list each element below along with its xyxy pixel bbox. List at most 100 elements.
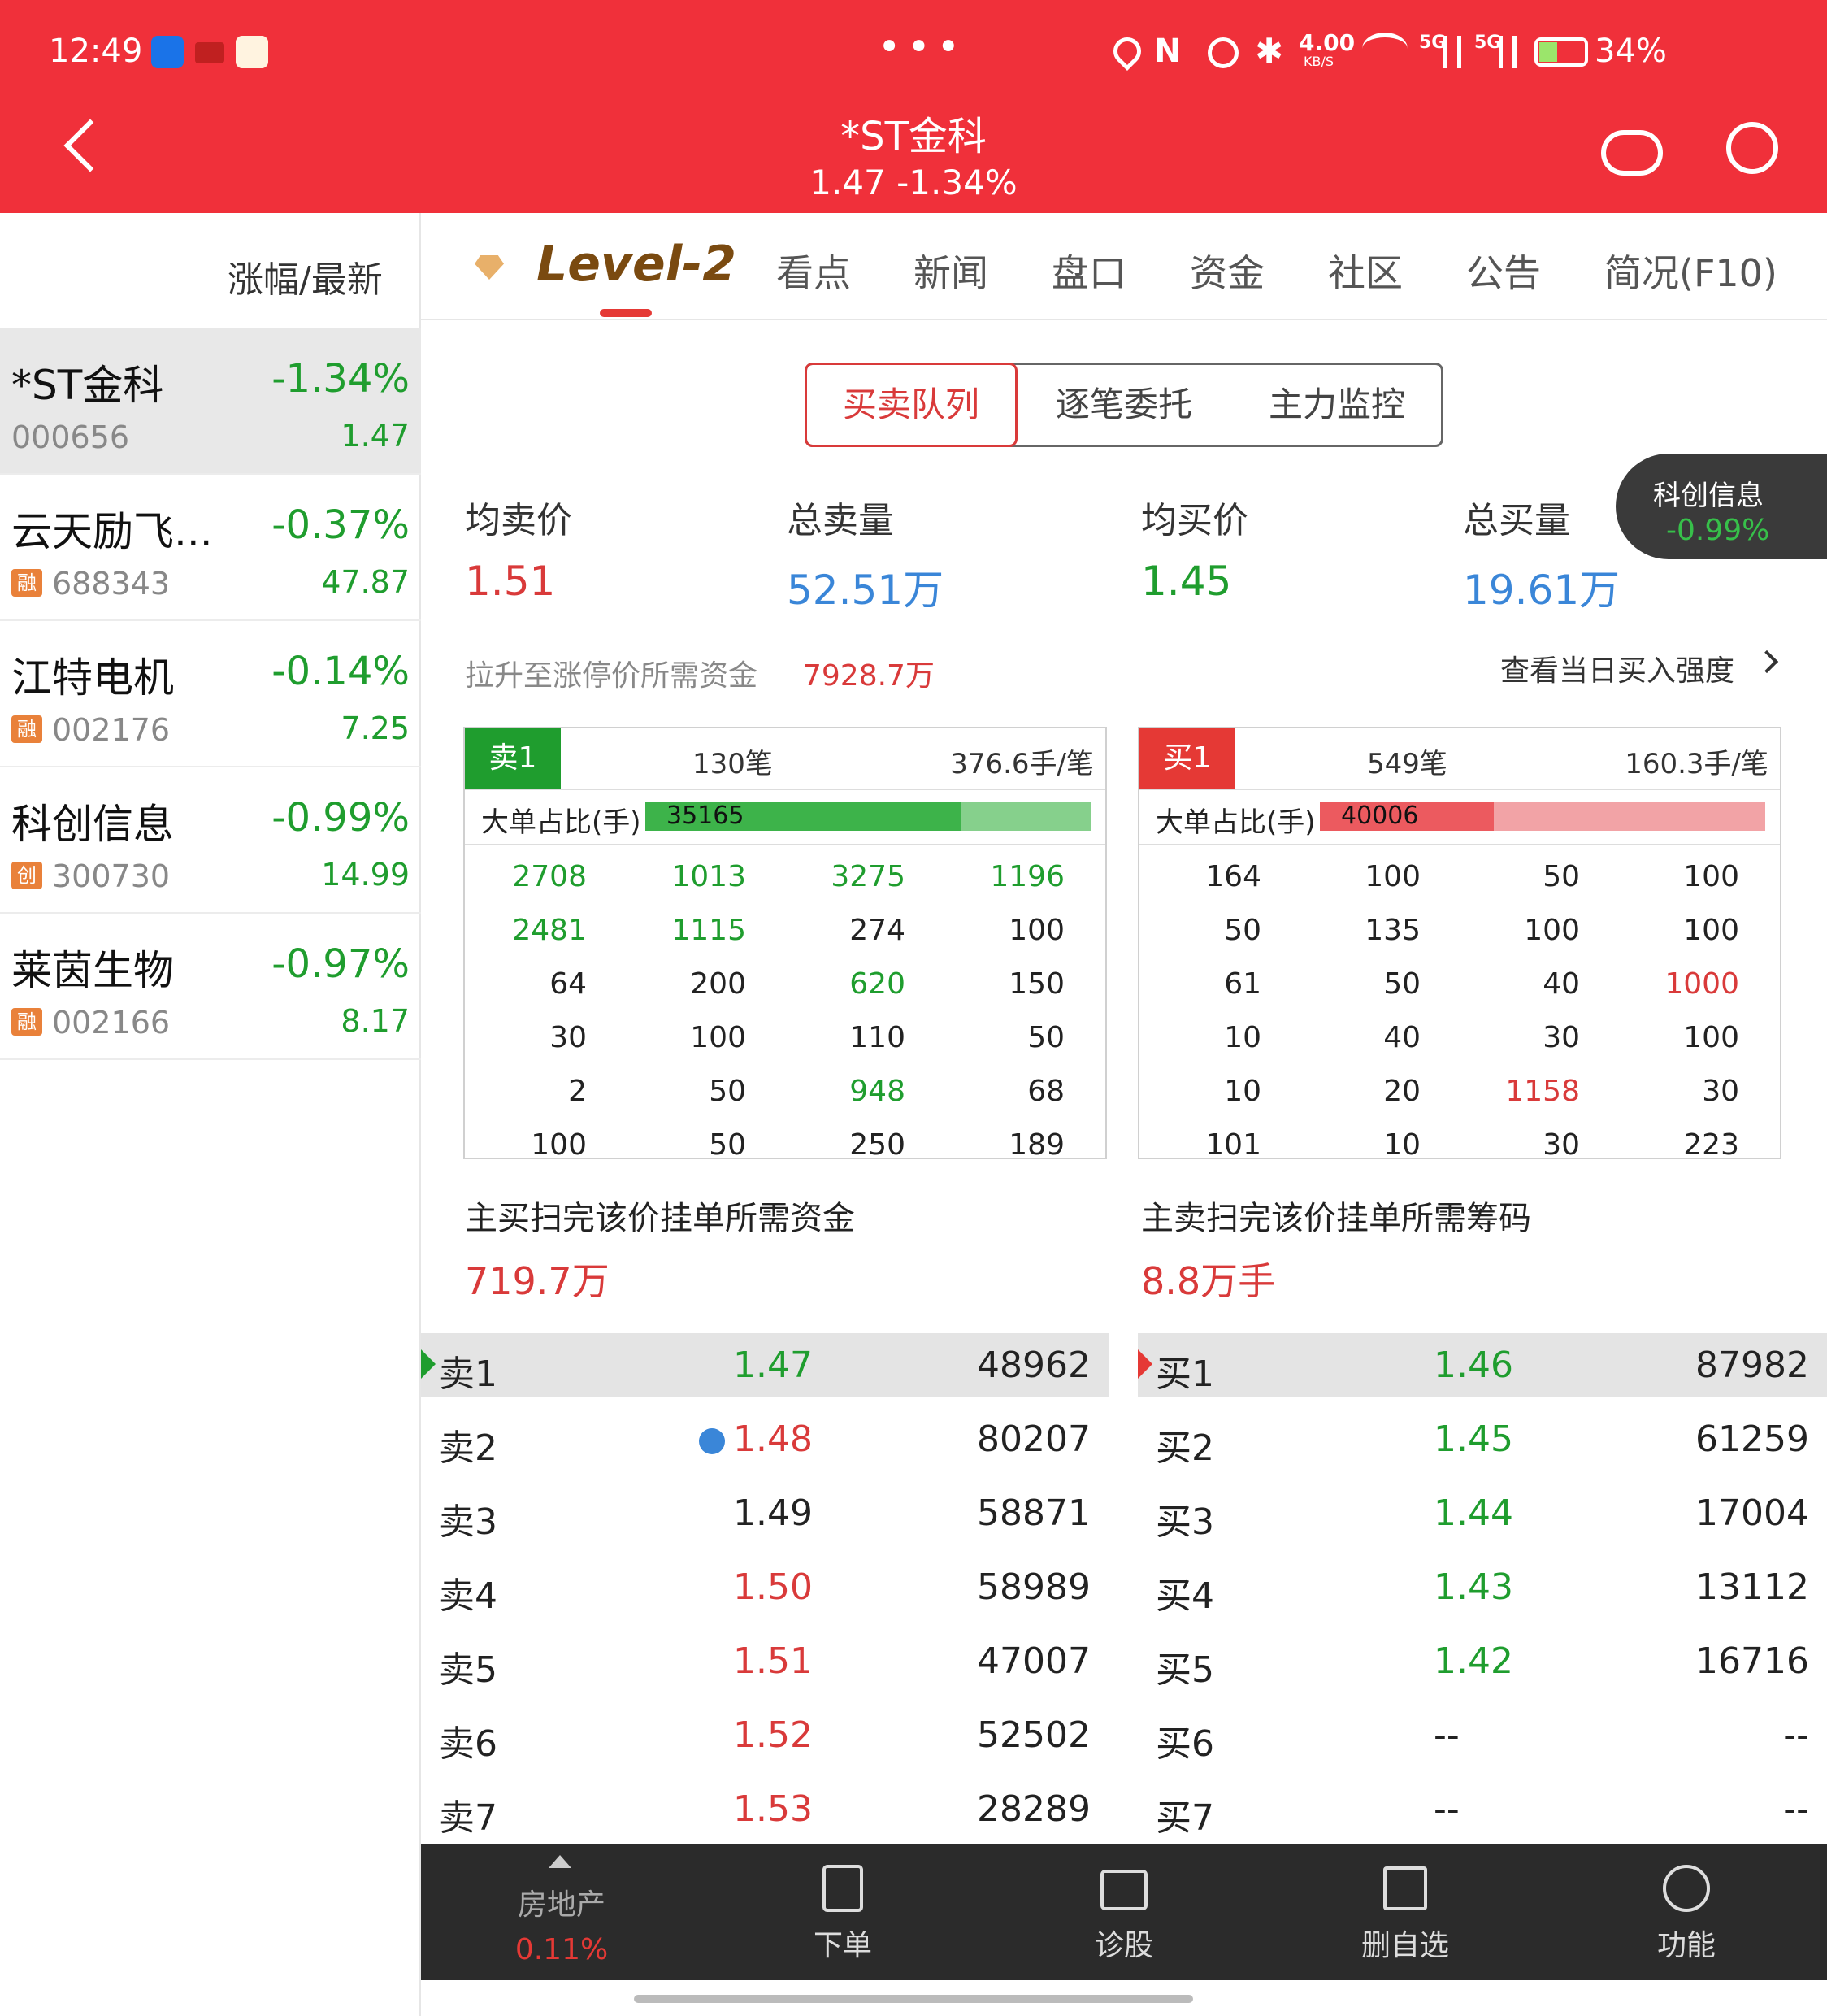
ask-level-label: 卖1 xyxy=(439,1353,497,1395)
ask-level-row[interactable]: 卖7 1.53 28289 xyxy=(421,1777,1109,1840)
stock-code: 688343 xyxy=(52,566,171,602)
sort-toggle[interactable]: 涨幅/最新 xyxy=(228,250,383,302)
tab-news[interactable]: 新闻 xyxy=(914,244,988,298)
remove-watch-label: 删自选 xyxy=(1360,1929,1449,1962)
segment-queue[interactable]: 买卖队列 xyxy=(805,363,1018,447)
more-dots-icon[interactable]: ••• xyxy=(878,24,966,70)
tab-indicator xyxy=(600,309,652,317)
bid-volume: 17004 xyxy=(1695,1492,1809,1534)
ask-level-row[interactable]: 卖4 1.50 58989 xyxy=(421,1555,1109,1618)
ask-level-row[interactable]: 卖6 1.52 52502 xyxy=(421,1703,1109,1766)
ask-price: 1.51 xyxy=(733,1640,813,1682)
ask-level-label: 卖5 xyxy=(439,1649,497,1691)
tip-name: 科创信息 xyxy=(1653,480,1764,512)
stock-name: 云天励飞... xyxy=(11,508,213,555)
my-order-dot-icon xyxy=(699,1428,725,1454)
search-icon[interactable] xyxy=(1726,122,1778,174)
queue-order-size: 30 xyxy=(1543,1021,1580,1054)
ask-volume: 47007 xyxy=(977,1640,1091,1682)
stock-change-pct: -0.14% xyxy=(271,649,410,694)
minus-square-icon xyxy=(1383,1866,1427,1910)
tab-community[interactable]: 社区 xyxy=(1328,244,1403,298)
ask-volume: 80207 xyxy=(977,1419,1091,1460)
big-order-value: 40006 xyxy=(1341,802,1419,830)
stock-code: 002176 xyxy=(52,712,171,748)
stock-change-pct: -0.99% xyxy=(271,795,410,841)
queue-order-size: 68 xyxy=(1027,1075,1065,1108)
watchlist-item[interactable]: 莱茵生物 -0.97% 8.17 融 002166 xyxy=(0,914,421,1060)
divider xyxy=(465,844,1105,845)
functions-button[interactable]: 功能 xyxy=(1546,1844,1827,1980)
bid-price: -- xyxy=(1434,1788,1460,1830)
segment-main-force[interactable]: 主力监控 xyxy=(1230,363,1443,447)
queue-order-size: 100 xyxy=(1524,914,1580,947)
menu-circle-icon xyxy=(1663,1865,1710,1912)
bid-level-row[interactable]: 买7 -- -- xyxy=(1138,1777,1827,1840)
tab-funds[interactable]: 资金 xyxy=(1190,244,1265,298)
tab-level2[interactable]: Level-2 xyxy=(536,236,736,293)
tab-f10[interactable]: 简况(F10) xyxy=(1604,244,1777,298)
bid-level-row[interactable]: 买5 1.42 16716 xyxy=(1138,1629,1827,1692)
bid-level-row[interactable]: 买3 1.44 17004 xyxy=(1138,1481,1827,1545)
diagnose-button[interactable]: 诊股 xyxy=(983,1844,1265,1980)
remove-watch-button[interactable]: 删自选 xyxy=(1265,1844,1546,1980)
segment-orders[interactable]: 逐笔委托 xyxy=(1018,363,1230,447)
floating-stock-tip[interactable]: 科创信息 -0.99% xyxy=(1616,454,1827,559)
signal-5g-1-label: 5G xyxy=(1419,33,1447,53)
watchlist-item[interactable]: 科创信息 -0.99% 14.99 创 300730 xyxy=(0,767,421,914)
ask-level-row[interactable]: 卖1 1.47 48962 xyxy=(421,1333,1109,1397)
bid-volume: 87982 xyxy=(1695,1345,1809,1386)
total-sell-value: 52.51万 xyxy=(787,567,944,614)
queue-order-count: 549笔 xyxy=(1367,748,1447,780)
stock-price: 7.25 xyxy=(341,710,410,746)
queue-avg-size: 376.6手/笔 xyxy=(950,748,1094,780)
queue-order-size: 20 xyxy=(1383,1075,1421,1108)
stock-title: *ST金科 xyxy=(840,114,987,159)
watchlist-item[interactable]: *ST金科 -1.34% 1.47 000656 xyxy=(0,328,421,475)
queue-order-size: 223 xyxy=(1683,1128,1739,1162)
big-order-bar: 40006 xyxy=(1320,802,1765,831)
queue-order-size: 100 xyxy=(690,1021,746,1054)
queue-order-count: 130笔 xyxy=(692,748,773,780)
signal-1-icon xyxy=(1443,36,1461,68)
order-button[interactable]: 下单 xyxy=(702,1844,983,1980)
bid-level-row[interactable]: 买1 1.46 87982 xyxy=(1138,1333,1827,1397)
caret-up-icon xyxy=(549,1855,571,1868)
bid-book: 买1 1.46 87982 买2 1.45 61259 买3 1.44 17004 买4 1.43 1… xyxy=(1138,1333,1827,1844)
tab-highlights[interactable]: 看点 xyxy=(776,244,851,298)
sector-button[interactable]: 房地产 0.11% xyxy=(421,1844,702,1980)
tab-quote[interactable]: 盘口 xyxy=(1052,244,1126,298)
home-indicator[interactable] xyxy=(634,1995,1193,2003)
ask-level-row[interactable]: 卖2 1.48 80207 xyxy=(421,1407,1109,1471)
alipay-icon xyxy=(151,36,184,68)
ask-level-label: 卖6 xyxy=(439,1723,497,1765)
tab-notices[interactable]: 公告 xyxy=(1466,244,1541,298)
sweep-sell-value: 8.8万手 xyxy=(1141,1259,1276,1303)
ask-level-row[interactable]: 卖3 1.49 58871 xyxy=(421,1481,1109,1545)
ask-level-row[interactable]: 卖5 1.51 47007 xyxy=(421,1629,1109,1692)
ask-price: 1.47 xyxy=(733,1345,813,1386)
bid-level-row[interactable]: 买6 -- -- xyxy=(1138,1703,1827,1766)
stock-code: 000656 xyxy=(11,419,130,455)
robot-icon[interactable] xyxy=(1601,130,1663,176)
watchlist-item[interactable]: 江特电机 -0.14% 7.25 融 002176 xyxy=(0,621,421,767)
current-level-marker-icon xyxy=(1138,1349,1152,1379)
stock-code: 002166 xyxy=(52,1005,171,1041)
chevron-right-icon[interactable] xyxy=(1755,650,1779,674)
total-buy-label: 总买量 xyxy=(1463,500,1570,541)
bid-level-row[interactable]: 买2 1.45 61259 xyxy=(1138,1407,1827,1471)
buy-strength-link[interactable]: 查看当日买入强度 xyxy=(1500,647,1734,689)
app-icon-2 xyxy=(236,36,268,68)
queue-order-size: 100 xyxy=(1683,914,1739,947)
status-time: 12:49 xyxy=(49,33,143,70)
watchlist-item[interactable]: 云天励飞... -0.37% 47.87 融 688343 xyxy=(0,475,421,621)
bid-price: 1.45 xyxy=(1434,1419,1513,1460)
bid-volume: -- xyxy=(1783,1788,1809,1830)
margin-badge: 融 xyxy=(11,1008,42,1036)
avg-buy-value: 1.45 xyxy=(1141,558,1232,605)
bid-level-row[interactable]: 买4 1.43 13112 xyxy=(1138,1555,1827,1618)
big-order-value: 35165 xyxy=(666,802,744,830)
margin-badge: 创 xyxy=(11,862,42,889)
queue-order-size: 50 xyxy=(1224,914,1261,947)
total-buy-value: 19.61万 xyxy=(1463,567,1621,614)
